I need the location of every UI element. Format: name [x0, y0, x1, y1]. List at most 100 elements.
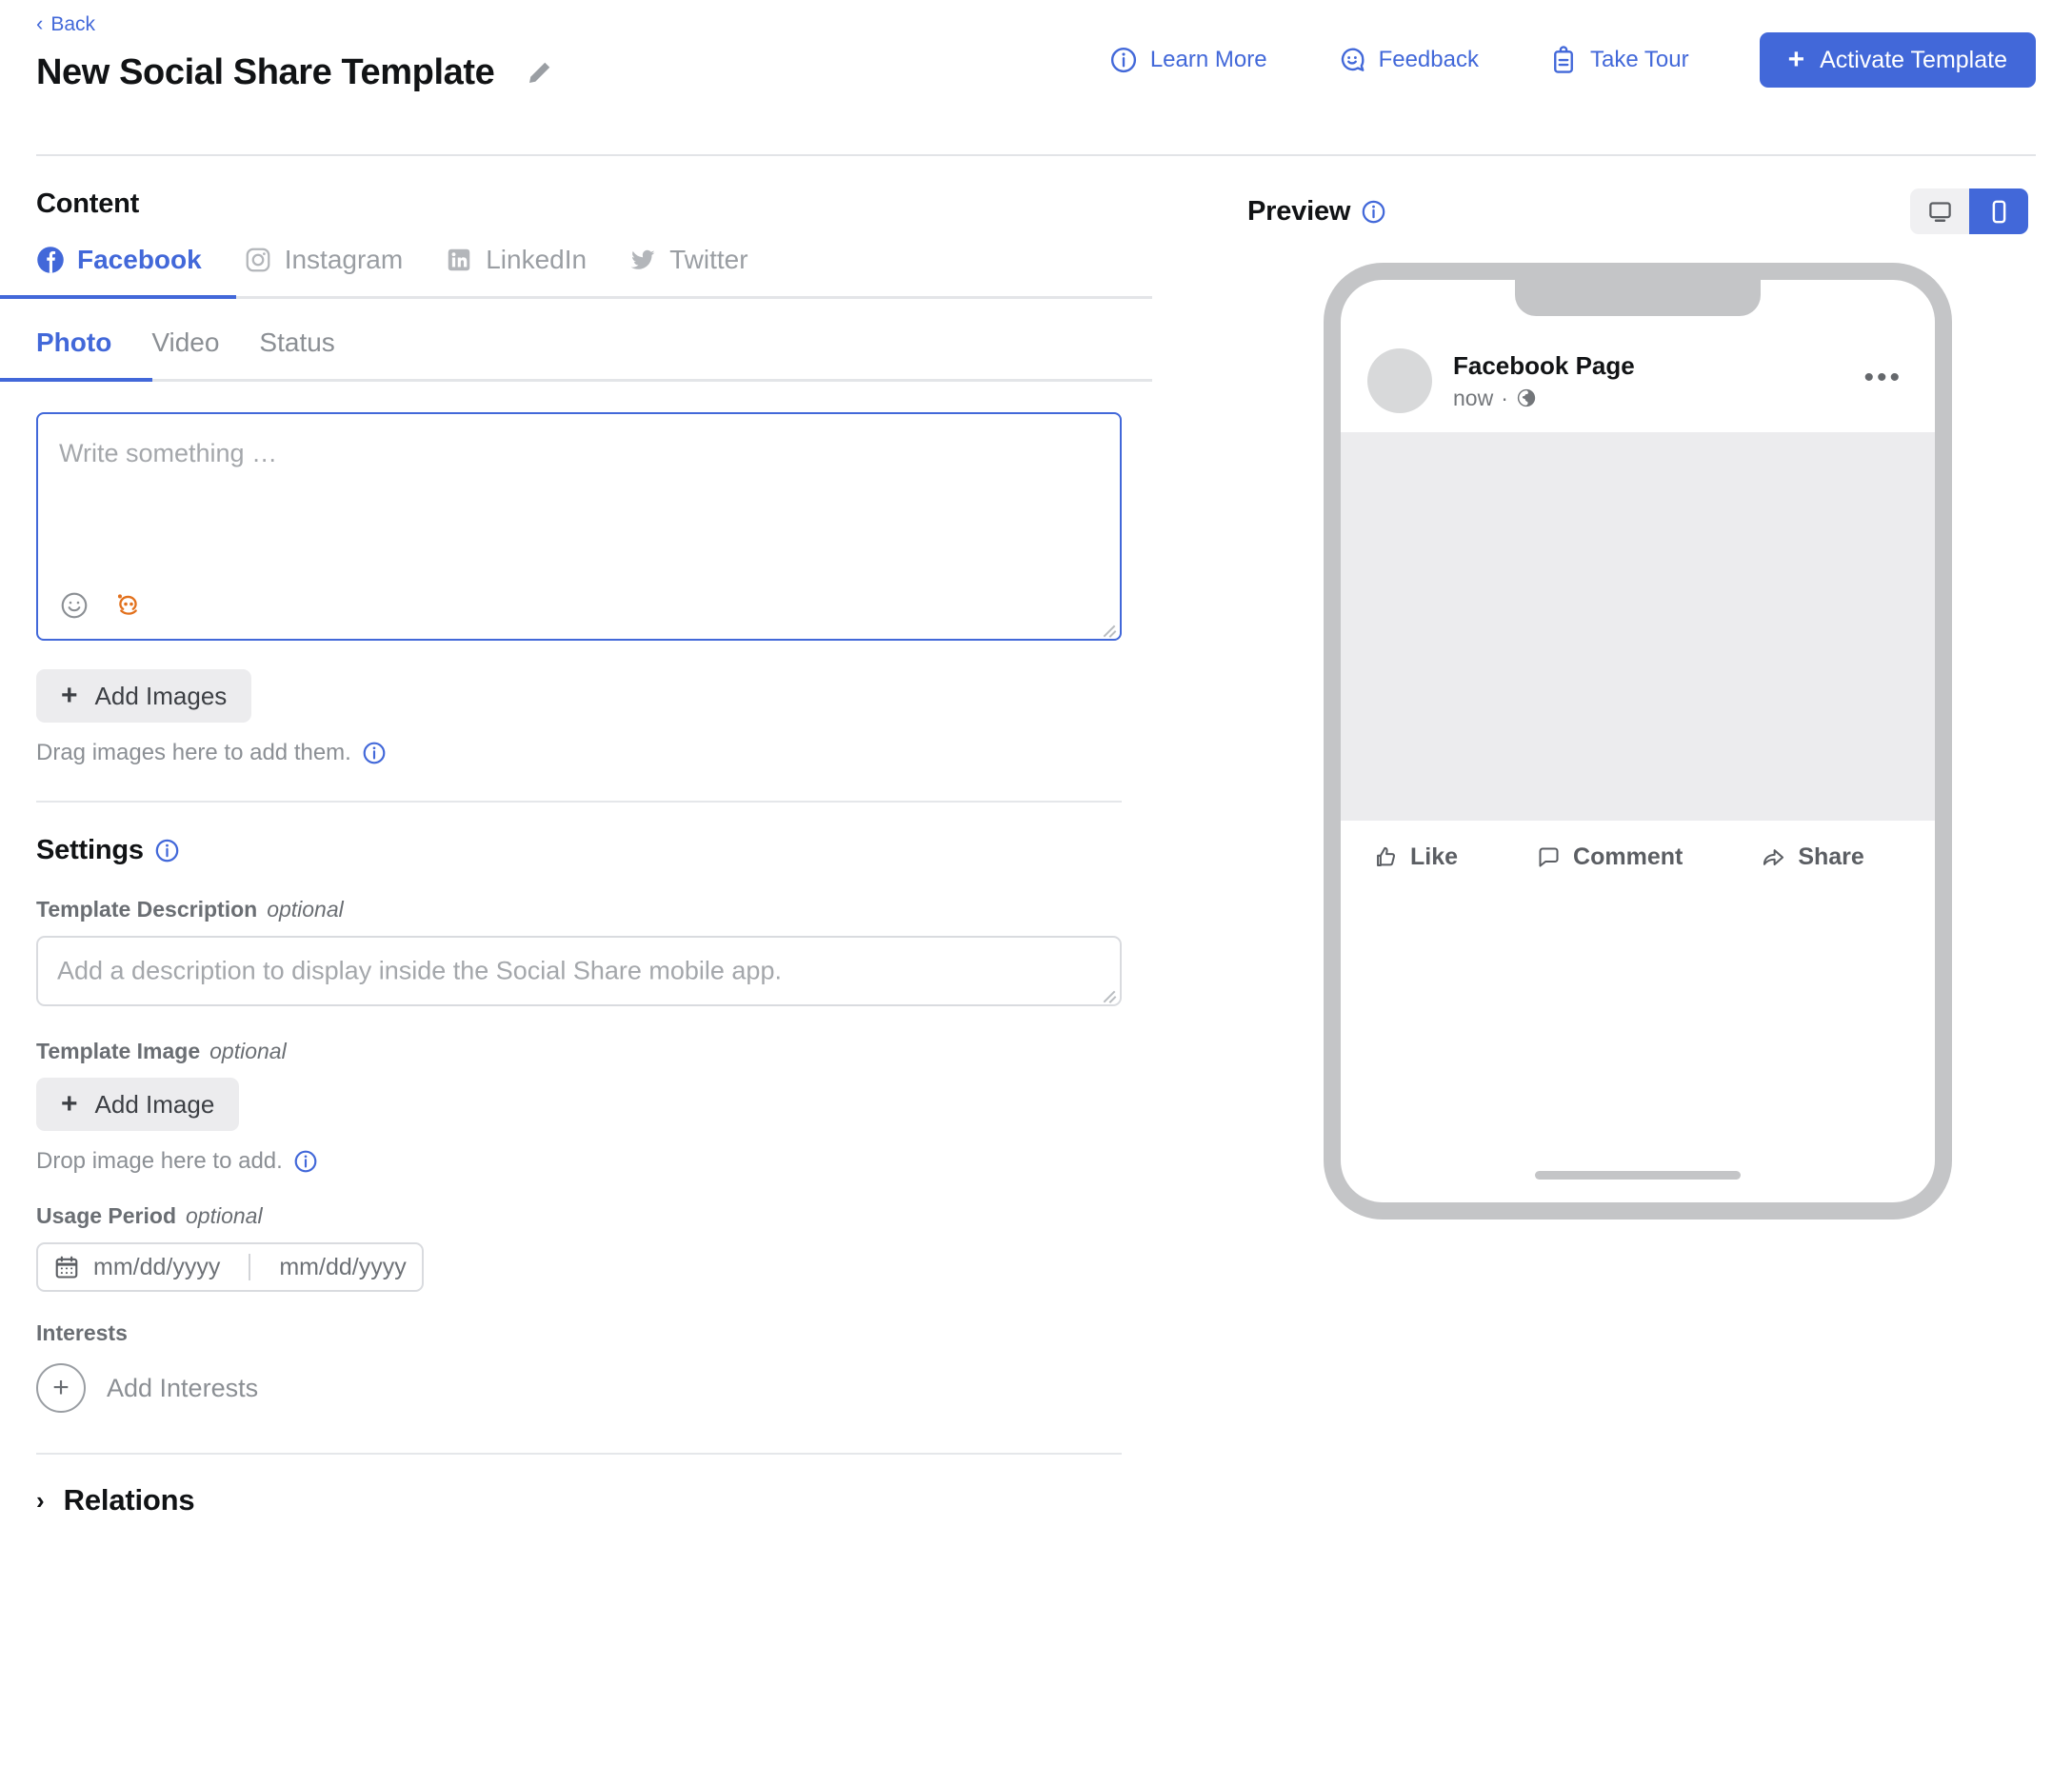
activate-template-label: Activate Template: [1820, 46, 2007, 73]
interests-label: Interests: [36, 1320, 1152, 1346]
ellipsis-icon[interactable]: •••: [1863, 364, 1903, 392]
post-share-button[interactable]: Share: [1761, 843, 1864, 871]
clipboard-icon: [1549, 46, 1578, 74]
usage-period-label-text: Usage Period: [36, 1203, 176, 1228]
content-heading-label: Content: [36, 188, 140, 219]
learn-more-label: Learn More: [1149, 47, 1267, 72]
content-heading: Content: [36, 188, 1152, 220]
info-circle-icon[interactable]: [154, 838, 180, 863]
composer-placeholder: Write something …: [59, 439, 278, 467]
template-image-label: Template Image optional: [36, 1039, 1152, 1064]
plus-circle-icon[interactable]: +: [36, 1363, 86, 1413]
post-meta: Facebook Page now ·: [1453, 350, 1635, 411]
tab-video[interactable]: Video: [151, 327, 219, 379]
tab-photo[interactable]: Photo: [0, 327, 153, 382]
twitter-icon: [628, 246, 657, 274]
type-tabs: Photo Video Status: [0, 327, 1152, 382]
content-settings-divider: [36, 801, 1122, 803]
composer-resize-handle[interactable]: [1100, 619, 1117, 636]
post-image-placeholder: [1341, 432, 1935, 821]
facebook-icon: [36, 246, 65, 274]
post-actions: Like Comment Share: [1341, 821, 1935, 894]
preview-header: Preview: [1247, 188, 2028, 234]
info-circle-icon[interactable]: [1361, 199, 1386, 225]
calendar-icon[interactable]: [53, 1254, 80, 1280]
share-arrow-icon: [1761, 844, 1786, 870]
thumbs-up-icon: [1373, 844, 1399, 870]
add-interests-row[interactable]: + Add Interests: [36, 1363, 1152, 1413]
info-circle-icon: [1109, 46, 1138, 74]
preview-heading: Preview: [1247, 196, 1386, 228]
tab-instagram[interactable]: Instagram: [244, 245, 404, 296]
interests-label-text: Interests: [36, 1320, 128, 1345]
tab-twitter-label: Twitter: [669, 245, 748, 274]
drop-image-hint: Drop image here to add.: [36, 1148, 1152, 1175]
tab-linkedin-label: LinkedIn: [486, 245, 588, 274]
add-images-button[interactable]: + Add Images: [36, 669, 252, 723]
template-image-label-text: Template Image: [36, 1039, 201, 1063]
info-circle-icon[interactable]: [362, 741, 387, 765]
device-desktop-button[interactable]: [1910, 188, 1969, 234]
drag-images-hint-label: Drag images here to add them.: [36, 740, 351, 765]
tab-facebook[interactable]: Facebook: [0, 245, 236, 299]
drop-image-hint-label: Drop image here to add.: [36, 1148, 283, 1174]
header-actions: Learn More Feedback Take Tour + Activate…: [1039, 32, 2036, 88]
preview-column: Preview Facebook Page now · ••• Like Com…: [1152, 156, 2036, 1517]
content-column: Content Facebook Instagram LinkedIn Twit…: [0, 156, 1152, 1517]
take-tour-label: Take Tour: [1589, 47, 1689, 72]
composer-tools: [59, 589, 145, 622]
date-separator: [249, 1254, 251, 1280]
add-images-label: Add Images: [94, 681, 228, 710]
learn-more-button[interactable]: Learn More: [1109, 46, 1267, 74]
globe-icon: [1516, 387, 1537, 408]
post-composer[interactable]: Write something …: [36, 412, 1122, 641]
page-title: New Social Share Template: [36, 52, 495, 92]
take-tour-button[interactable]: Take Tour: [1549, 46, 1689, 74]
preview-heading-label: Preview: [1247, 195, 1351, 227]
drag-images-hint: Drag images here to add them.: [36, 740, 1152, 766]
bot-assistant-icon[interactable]: [112, 589, 145, 622]
add-image-button[interactable]: + Add Image: [36, 1078, 240, 1131]
plus-icon: +: [61, 1088, 78, 1120]
template-description-input[interactable]: Add a description to display inside the …: [36, 936, 1122, 1006]
usage-period-label: Usage Period optional: [36, 1203, 1152, 1229]
tab-status[interactable]: Status: [259, 327, 334, 379]
feedback-button[interactable]: Feedback: [1338, 46, 1479, 74]
chevron-left-icon: ‹: [36, 11, 44, 35]
tab-facebook-label: Facebook: [77, 245, 202, 274]
platform-tabs: Facebook Instagram LinkedIn Twitter: [0, 245, 1152, 299]
tab-twitter[interactable]: Twitter: [628, 245, 748, 296]
relations-label: Relations: [63, 1483, 195, 1517]
post-header: Facebook Page now · •••: [1341, 280, 1935, 432]
info-circle-icon[interactable]: [293, 1149, 318, 1174]
tab-instagram-label: Instagram: [284, 245, 404, 274]
emoji-smiley-icon[interactable]: [59, 590, 90, 621]
settings-heading: Settings: [36, 835, 1152, 866]
usage-period-end[interactable]: mm/dd/yyyy: [279, 1254, 406, 1281]
relations-divider: [36, 1453, 1122, 1455]
comment-bubble-icon: [1536, 844, 1562, 870]
post-time: now: [1453, 385, 1494, 410]
back-link[interactable]: ‹ Back: [36, 0, 95, 34]
avatar: [1367, 348, 1432, 413]
post-submeta: now ·: [1453, 386, 1635, 411]
post-comment-button[interactable]: Comment: [1536, 843, 1683, 871]
device-mobile-button[interactable]: [1969, 188, 2028, 234]
usage-period-start[interactable]: mm/dd/yyyy: [93, 1254, 220, 1281]
settings-heading-label: Settings: [36, 835, 144, 865]
post-comment-label: Comment: [1573, 843, 1684, 870]
optional-tag: optional: [209, 1039, 287, 1063]
relations-section-toggle[interactable]: › Relations: [36, 1483, 1152, 1517]
device-toggle: [1910, 188, 2028, 234]
usage-period-input[interactable]: mm/dd/yyyy mm/dd/yyyy: [36, 1242, 424, 1292]
post-like-label: Like: [1410, 843, 1459, 870]
tab-linkedin[interactable]: LinkedIn: [445, 245, 587, 296]
pencil-icon[interactable]: [525, 59, 553, 88]
post-like-button[interactable]: Like: [1373, 843, 1458, 871]
activate-template-button[interactable]: + Activate Template: [1759, 32, 2036, 88]
body: Content Facebook Instagram LinkedIn Twit…: [0, 156, 2072, 1517]
chevron-right-icon: ›: [36, 1485, 45, 1515]
description-resize-handle[interactable]: [1100, 984, 1117, 1001]
post-page-name: Facebook Page: [1453, 351, 1635, 381]
post-separator: ·: [1501, 385, 1508, 410]
